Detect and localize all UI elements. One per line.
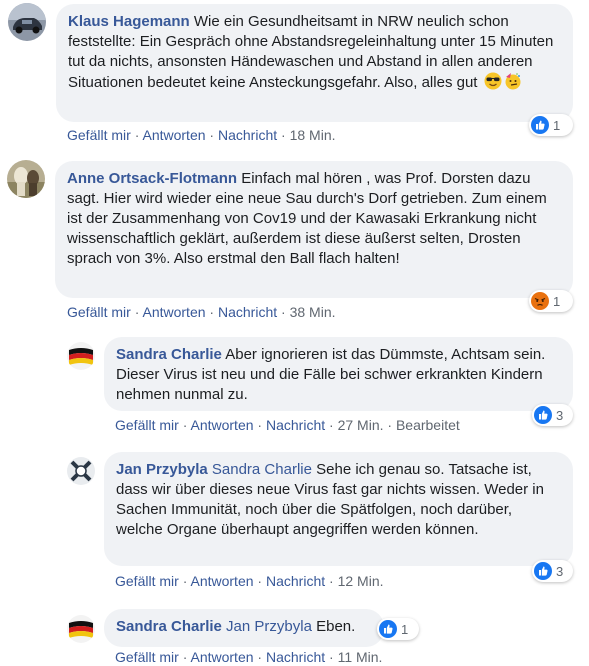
avatar[interactable] xyxy=(67,615,95,643)
reply-link[interactable]: Antworten xyxy=(142,304,205,320)
separator: · xyxy=(134,127,140,143)
mention-link[interactable]: Sandra Charlie xyxy=(212,461,312,478)
separator: · xyxy=(387,417,393,433)
separator: · xyxy=(182,649,188,665)
separator: · xyxy=(281,127,286,143)
separator: · xyxy=(329,649,334,665)
comment-bubble: Klaus Hagemann Wie ein Gesundheitsamt in… xyxy=(56,4,573,122)
like-reaction-icon xyxy=(379,620,397,638)
avatar[interactable] xyxy=(67,457,95,485)
timestamp[interactable]: 12 Min. xyxy=(338,573,384,589)
avatar[interactable] xyxy=(8,3,46,41)
llama-avatar-icon xyxy=(7,160,45,198)
sunglasses-face-icon xyxy=(484,72,502,90)
reaction-count[interactable]: 1 xyxy=(529,114,573,136)
comment-author[interactable]: Klaus Hagemann xyxy=(68,13,190,30)
comment-bubble: Sandra Charlie Aber ignorieren ist das D… xyxy=(104,337,573,411)
message-link[interactable]: Nachricht xyxy=(266,573,325,589)
comment-actions: Gefällt mir · Antworten · Nachricht · 27… xyxy=(115,417,460,433)
comment-bubble: Sandra Charlie Jan Przybyla Eben. xyxy=(104,609,384,647)
timestamp[interactable]: 27 Min. xyxy=(338,417,384,433)
separator: · xyxy=(257,417,263,433)
reaction-count[interactable]: 3 xyxy=(532,404,573,426)
party-face-icon xyxy=(505,73,521,90)
comment-author[interactable]: Sandra Charlie xyxy=(116,346,222,363)
like-link[interactable]: Gefällt mir xyxy=(115,649,179,665)
avatar[interactable] xyxy=(7,160,45,198)
reaction-number: 1 xyxy=(401,621,409,637)
timestamp[interactable]: 11 Min. xyxy=(338,649,383,665)
reply-link[interactable]: Antworten xyxy=(190,417,253,433)
reaction-number: 1 xyxy=(553,293,561,309)
comment-author[interactable]: Anne Ortsack-Flotmann xyxy=(67,170,237,187)
separator: · xyxy=(182,573,188,589)
message-link[interactable]: Nachricht xyxy=(218,127,277,143)
reaction-number: 3 xyxy=(556,563,564,579)
comment-text: Eben. xyxy=(316,618,356,635)
like-reaction-icon xyxy=(534,406,552,424)
reply-link[interactable]: Antworten xyxy=(190,649,253,665)
comment-bubble: Anne Ortsack-Flotmann Einfach mal hören … xyxy=(55,161,573,298)
mention-link[interactable]: Jan Przybyla xyxy=(226,618,312,635)
reaction-number: 3 xyxy=(556,407,564,423)
like-link[interactable]: Gefällt mir xyxy=(115,417,179,433)
angry-reaction-icon xyxy=(531,292,549,310)
separator: · xyxy=(329,573,334,589)
timestamp[interactable]: 18 Min. xyxy=(290,127,336,143)
separator: · xyxy=(257,649,263,665)
separator: · xyxy=(281,304,286,320)
reaction-count[interactable]: 1 xyxy=(529,290,573,312)
timestamp[interactable]: 38 Min. xyxy=(290,304,336,320)
like-link[interactable]: Gefällt mir xyxy=(67,127,131,143)
message-link[interactable]: Nachricht xyxy=(266,649,325,665)
edited-label[interactable]: Bearbeitet xyxy=(396,417,460,433)
comment-actions: Gefällt mir · Antworten · Nachricht · 38… xyxy=(67,304,336,320)
separator: · xyxy=(257,573,263,589)
comment-author[interactable]: Jan Przybyla xyxy=(116,461,208,478)
reply-link[interactable]: Antworten xyxy=(142,127,205,143)
message-link[interactable]: Nachricht xyxy=(266,417,325,433)
comment-author[interactable]: Sandra Charlie xyxy=(116,618,222,635)
reaction-count[interactable]: 3 xyxy=(532,560,573,582)
like-reaction-icon xyxy=(534,562,552,580)
like-link[interactable]: Gefällt mir xyxy=(115,573,179,589)
comment-bubble: Jan Przybyla Sandra Charlie Sehe ich gen… xyxy=(104,452,573,566)
flag-avatar-icon xyxy=(67,342,95,370)
cross-avatar-icon xyxy=(67,457,95,485)
message-link[interactable]: Nachricht xyxy=(218,304,277,320)
separator: · xyxy=(209,127,215,143)
flag-avatar-icon xyxy=(67,615,95,643)
separator: · xyxy=(134,304,140,320)
separator: · xyxy=(329,417,334,433)
like-link[interactable]: Gefällt mir xyxy=(67,304,131,320)
reaction-number: 1 xyxy=(553,117,561,133)
comment-actions: Gefällt mir · Antworten · Nachricht · 11… xyxy=(115,649,382,665)
comment-actions: Gefällt mir · Antworten · Nachricht · 12… xyxy=(115,573,384,589)
avatar[interactable] xyxy=(67,342,95,370)
comment-actions: Gefällt mir · Antworten · Nachricht · 18… xyxy=(67,127,336,143)
car-avatar-icon xyxy=(8,3,46,41)
separator: · xyxy=(209,304,215,320)
reaction-count[interactable]: 1 xyxy=(377,618,419,640)
like-reaction-icon xyxy=(531,116,549,134)
reply-link[interactable]: Antworten xyxy=(190,573,253,589)
separator: · xyxy=(182,417,188,433)
